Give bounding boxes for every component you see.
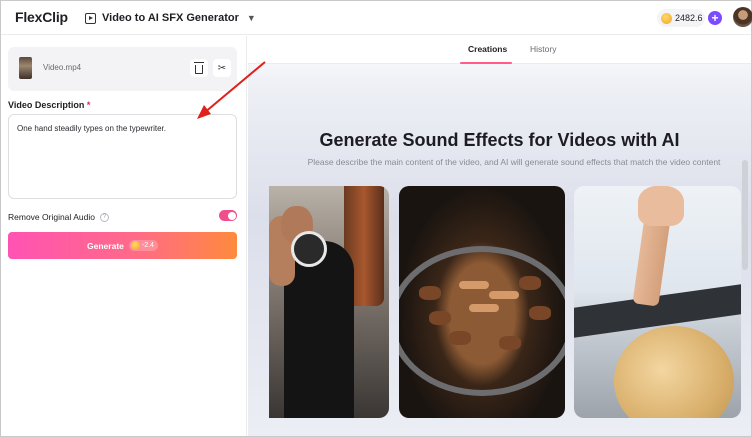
generate-button[interactable]: Generate -2.4 [8, 232, 237, 259]
flexclip-logo[interactable]: FlexClip [15, 9, 68, 25]
tab-history[interactable]: History [530, 44, 556, 54]
active-tab-indicator [460, 62, 512, 64]
video-description-label: Video Description * [8, 100, 90, 110]
meat-image [529, 306, 551, 320]
chevron-down-icon: ▼ [246, 13, 256, 23]
example-card-boxing[interactable] [269, 186, 389, 418]
meat-image [499, 336, 521, 350]
sausage-image [459, 281, 489, 289]
video-filename: Video.mp4 [43, 63, 82, 72]
add-credits-button[interactable]: + [708, 11, 722, 25]
delete-video-button[interactable] [190, 59, 208, 77]
required-mark: * [86, 100, 91, 110]
generate-label: Generate [87, 240, 124, 251]
remove-audio-row: Remove Original Audio ? [8, 210, 237, 224]
meat-image [429, 311, 451, 325]
meat-image [419, 286, 441, 300]
uploaded-video-card: Video.mp4 ✂ [8, 47, 237, 91]
main-content: Creations History Generate Sound Effects… [248, 36, 751, 436]
page-scrollbar[interactable] [742, 160, 748, 270]
meat-image [519, 276, 541, 290]
meat-image [449, 331, 471, 345]
grill-rim-image [399, 246, 565, 396]
video-description-input[interactable]: One hand steadily types on the typewrite… [8, 114, 237, 199]
sausage-image [469, 304, 499, 312]
scissors-icon: ✂ [217, 62, 227, 74]
sausage-image [489, 291, 519, 299]
tool-selector[interactable]: Video to AI SFX Generator ▼ [85, 10, 256, 26]
boxing-glove-image [291, 231, 327, 267]
generate-cost: -2.4 [141, 242, 154, 249]
tab-bar: Creations History [248, 36, 751, 64]
remove-audio-label: Remove Original Audio [8, 212, 95, 222]
trim-video-button[interactable]: ✂ [213, 59, 231, 77]
video-thumbnail [19, 57, 32, 79]
page-title: Generate Sound Effects for Videos with A… [319, 130, 680, 150]
video-tool-icon [85, 12, 96, 24]
help-icon[interactable]: ? [99, 212, 109, 222]
top-bar: FlexClip Video to AI SFX Generator ▼ 248… [1, 1, 752, 35]
blonde-hair-image [614, 326, 734, 418]
settings-panel: Video.mp4 ✂ Video Description * One hand… [1, 36, 247, 436]
raised-hand-image [638, 186, 684, 226]
example-card-grill[interactable] [399, 186, 565, 418]
credits-badge[interactable]: 2482.6 [657, 9, 705, 27]
coin-icon [130, 241, 140, 250]
tab-creations[interactable]: Creations [468, 44, 507, 54]
coin-icon [661, 12, 672, 24]
description-label-text: Video Description [8, 100, 85, 110]
example-card-car[interactable] [574, 186, 741, 418]
trash-icon [193, 61, 204, 74]
logo-text: FlexClip [15, 9, 68, 25]
credits-value: 2482.6 [675, 13, 703, 23]
tool-name: Video to AI SFX Generator [102, 12, 239, 24]
user-avatar[interactable] [733, 7, 752, 27]
remove-audio-toggle[interactable] [219, 210, 237, 221]
page-subtitle: Please describe the main content of the … [307, 157, 721, 167]
generate-cost-badge: -2.4 [128, 240, 158, 251]
